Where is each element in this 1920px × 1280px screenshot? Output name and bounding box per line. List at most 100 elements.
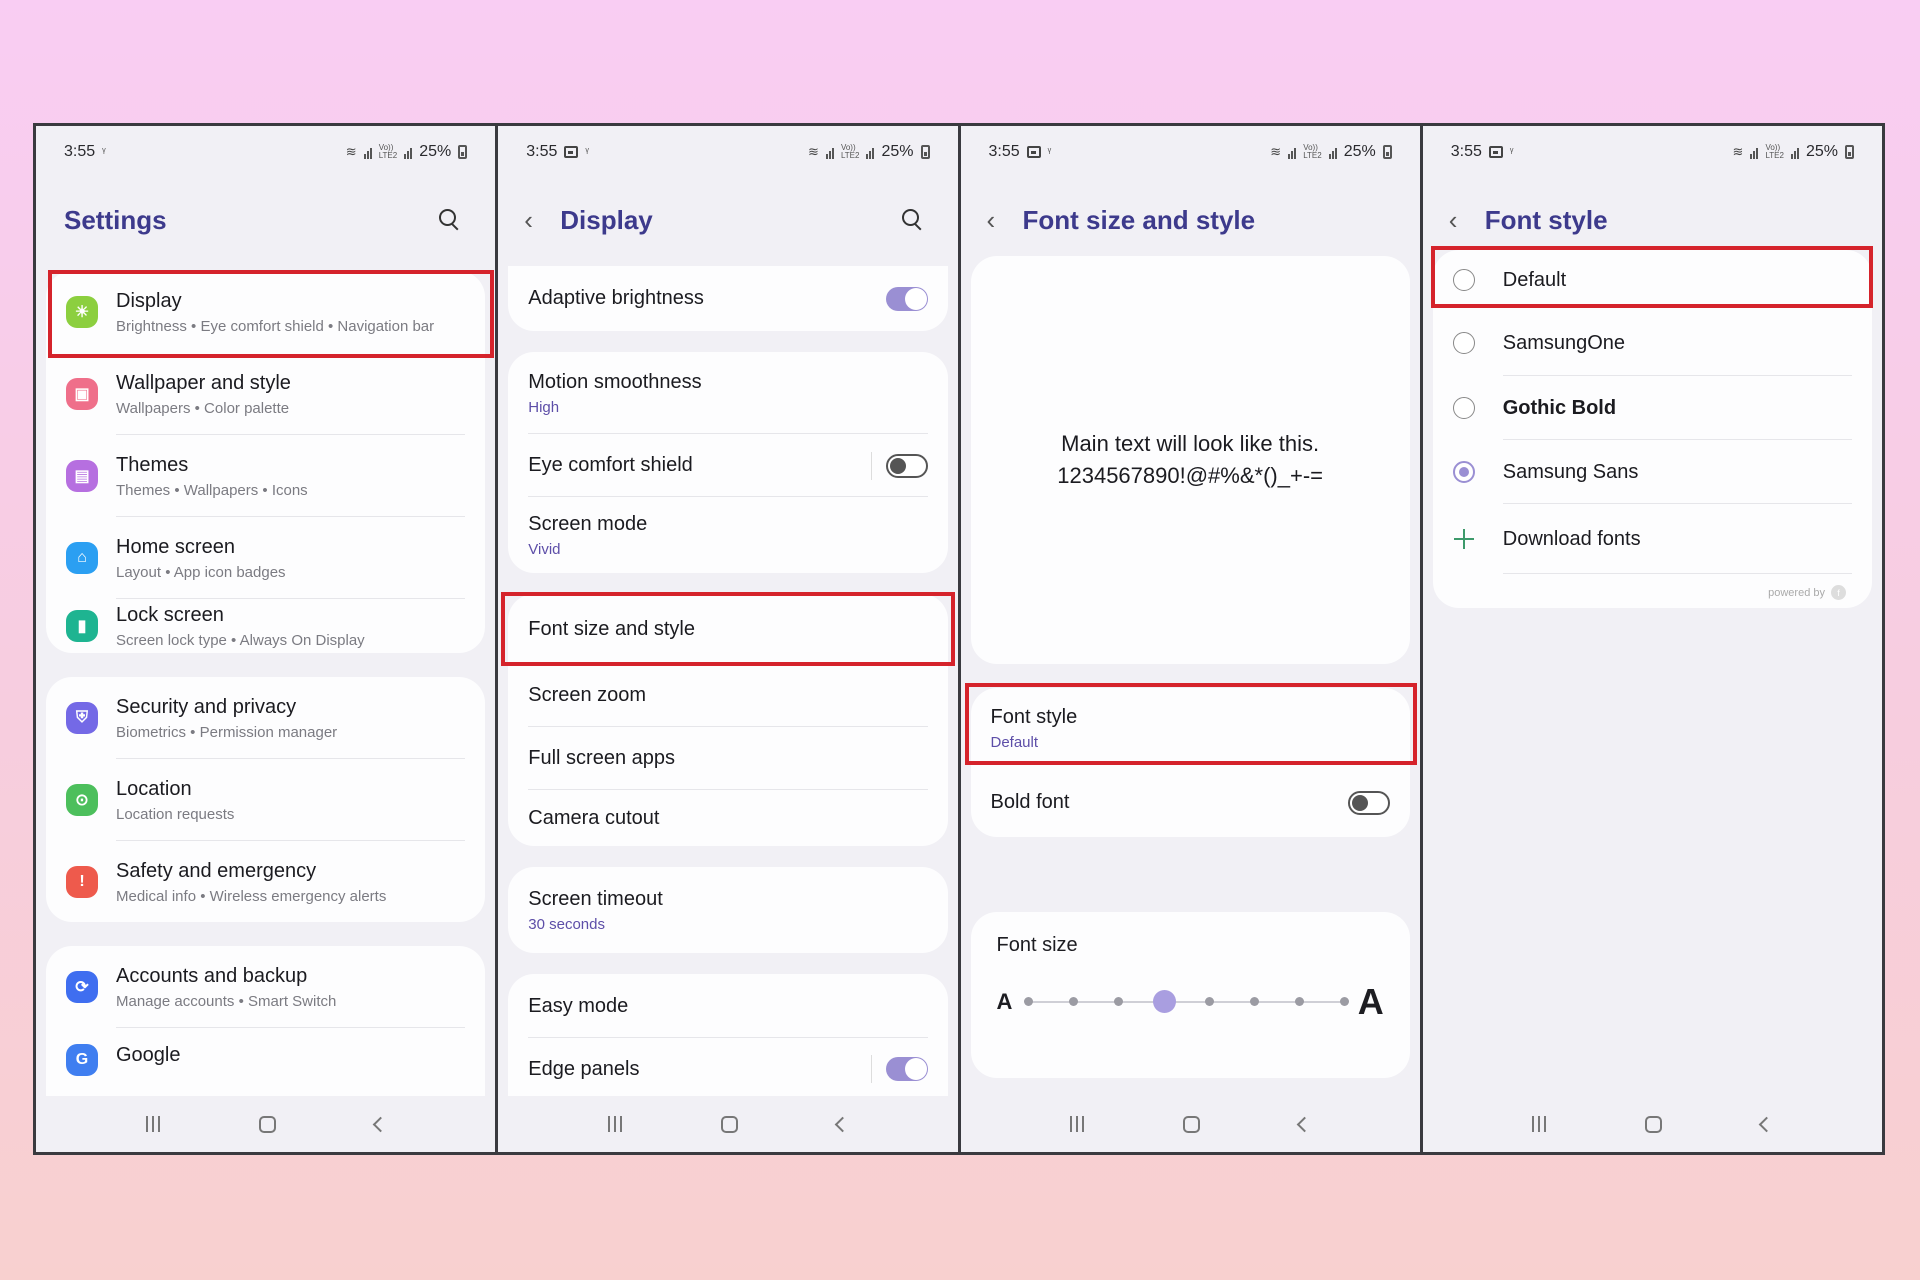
recent-apps-button[interactable] [607, 1116, 622, 1132]
settings-item-safety[interactable]: ! Safety and emergency Medical info • Wir… [46, 841, 485, 922]
slider-step-dot[interactable] [1339, 997, 1349, 1006]
item-label: Bold font [990, 791, 1070, 813]
notification-icon: ᵞ [585, 146, 589, 158]
back-button[interactable] [1296, 1116, 1313, 1132]
settings-item-themes-row[interactable]: ▤ Themes Themes • Wallpapers • Icons [46, 435, 485, 517]
home-button[interactable] [1183, 1115, 1201, 1133]
item-label: Font size and style [528, 617, 695, 640]
font-preview-card: Main text will look like this. 123456789… [970, 256, 1410, 664]
preview-text-line2: 1234567890!@#%&*()_+-= [1057, 463, 1323, 488]
item-label: Eye comfort shield [528, 454, 693, 476]
font-option-label: Default [1502, 268, 1567, 291]
home-button[interactable] [720, 1115, 738, 1133]
radio-button[interactable] [1452, 397, 1475, 419]
display-group-2: Motion smoothness High Eye comfort shield… [508, 352, 948, 573]
download-fonts-row[interactable]: Download fonts [1433, 504, 1872, 574]
font-size-style-screen: 3:55 ᵞ ≋ Vo)) LTE2 25% ‹ Font size and st… [960, 126, 1420, 1152]
bold-font-toggle[interactable] [1347, 790, 1390, 815]
slider-step-dot[interactable] [1294, 997, 1304, 1006]
settings-item-home-row[interactable]: ⌂ Home screen Layout • App icon badges [46, 517, 485, 599]
eye-comfort-toggle[interactable] [885, 453, 928, 478]
status-bar: 3:55 ᵞ ≋ Vo)) LTE2 25% [989, 140, 1392, 164]
settings-item-google[interactable]: G Google [46, 1028, 485, 1088]
signal-icon [825, 145, 834, 159]
gallery-notification-icon [1488, 146, 1503, 158]
bold-font-row[interactable]: Bold font [971, 768, 1410, 837]
eye-comfort-row[interactable]: Eye comfort shield [508, 434, 947, 497]
edge-panels-toggle[interactable] [885, 1057, 928, 1081]
signal-icon-2 [1328, 145, 1337, 159]
settings-item-wallpaper-row[interactable]: ▣ Wallpaper and style Wallpapers • Color … [46, 353, 485, 435]
nav-bar [498, 1096, 958, 1152]
radio-button[interactable] [1452, 269, 1475, 291]
powered-by-text: powered by [1768, 586, 1825, 599]
camera-cutout-row[interactable]: Camera cutout [508, 790, 947, 846]
adaptive-brightness-toggle[interactable] [885, 286, 928, 311]
motion-smoothness-row[interactable]: Motion smoothness High [508, 352, 947, 434]
home-button[interactable] [1645, 1115, 1663, 1133]
back-arrow-icon[interactable]: ‹ [524, 205, 560, 236]
recent-apps-button[interactable] [145, 1116, 160, 1132]
font-size-style-row[interactable]: Font size and style [508, 594, 947, 664]
back-arrow-icon[interactable]: ‹ [1449, 205, 1485, 236]
item-sub: 30 seconds [528, 915, 605, 933]
item-sub: Location requests [116, 805, 235, 823]
back-button[interactable] [1759, 1116, 1775, 1132]
settings-item-accounts[interactable]: ⟳ Accounts and backup Manage accounts • S… [46, 946, 485, 1028]
screen-mode-row[interactable]: Screen mode Vivid [508, 497, 947, 573]
font-option-samsung-sans[interactable]: Samsung Sans [1433, 440, 1872, 504]
signal-icon [1750, 145, 1759, 159]
back-button[interactable] [834, 1116, 851, 1132]
slider-step-dot[interactable] [1069, 997, 1079, 1006]
screen-timeout-row[interactable]: Screen timeout 30 seconds [508, 867, 947, 953]
item-sub: Medical info • Wireless emergency alerts [116, 887, 387, 905]
slider-step-dot[interactable] [1024, 997, 1034, 1006]
provider-logo-icon: f [1831, 585, 1846, 600]
item-label: Themes [116, 453, 189, 476]
item-label: Security and privacy [116, 695, 297, 718]
sync-icon: ⟳ [66, 971, 98, 1003]
radio-button-selected[interactable] [1452, 461, 1475, 483]
settings-item-display-row[interactable]: ☀ Display Brightness • Eye comfort shield… [46, 271, 485, 353]
slider-track[interactable] [1024, 990, 1349, 1013]
back-button[interactable] [372, 1116, 388, 1132]
font-size-slider[interactable]: A A [997, 981, 1384, 1022]
settings-item-location[interactable]: ⊙ Location Location requests [46, 759, 485, 841]
back-arrow-icon[interactable]: ‹ [987, 205, 1023, 236]
item-label: Font style [990, 705, 1078, 728]
font-option-default[interactable]: Default [1433, 250, 1872, 310]
preview-text-line1: Main text will look like this. [1061, 431, 1320, 456]
slider-step-dot[interactable] [1249, 997, 1259, 1006]
font-option-label: Samsung Sans [1502, 460, 1639, 483]
divider [1502, 573, 1852, 574]
recent-apps-button[interactable] [1070, 1116, 1085, 1132]
screen-zoom-row[interactable]: Screen zoom [508, 664, 947, 727]
volte-indicator: Vo)) LTE2 [378, 143, 398, 160]
font-size-card: Font size A A [970, 912, 1410, 1078]
edge-panels-row[interactable]: Edge panels [508, 1038, 947, 1100]
recent-apps-button[interactable] [1532, 1116, 1547, 1132]
settings-item-security[interactable]: ⛨ Security and privacy Biometrics • Permi… [46, 677, 485, 759]
battery-percent: 25% [419, 143, 452, 160]
font-option-samsungone[interactable]: SamsungOne [1433, 310, 1872, 376]
item-sub: Manage accounts • Smart Switch [116, 992, 337, 1010]
search-icon[interactable] [439, 209, 461, 231]
full-screen-apps-row[interactable]: Full screen apps [508, 727, 947, 790]
wallpaper-icon: ▣ [66, 378, 98, 410]
font-option-gothic-bold[interactable]: Gothic Bold [1433, 376, 1872, 440]
wifi-icon: ≋ [1732, 144, 1744, 159]
home-button[interactable] [258, 1115, 276, 1133]
search-icon[interactable] [901, 209, 924, 231]
radio-button[interactable] [1452, 332, 1475, 354]
slider-thumb[interactable] [1152, 990, 1176, 1013]
font-style-row[interactable]: Font style Default [971, 688, 1410, 768]
item-label: Adaptive brightness [528, 287, 704, 309]
easy-mode-row[interactable]: Easy mode [508, 974, 947, 1038]
settings-item-lock-row[interactable]: ▮ Lock screen Screen lock type • Always O… [46, 599, 485, 653]
wifi-icon: ≋ [345, 144, 357, 159]
slider-step-dot[interactable] [1114, 997, 1124, 1006]
adaptive-brightness-row[interactable]: Adaptive brightness [508, 266, 947, 331]
location-pin-icon: ⊙ [66, 784, 98, 816]
slider-step-dot[interactable] [1204, 997, 1214, 1006]
page-title: Font style [1484, 204, 1608, 235]
